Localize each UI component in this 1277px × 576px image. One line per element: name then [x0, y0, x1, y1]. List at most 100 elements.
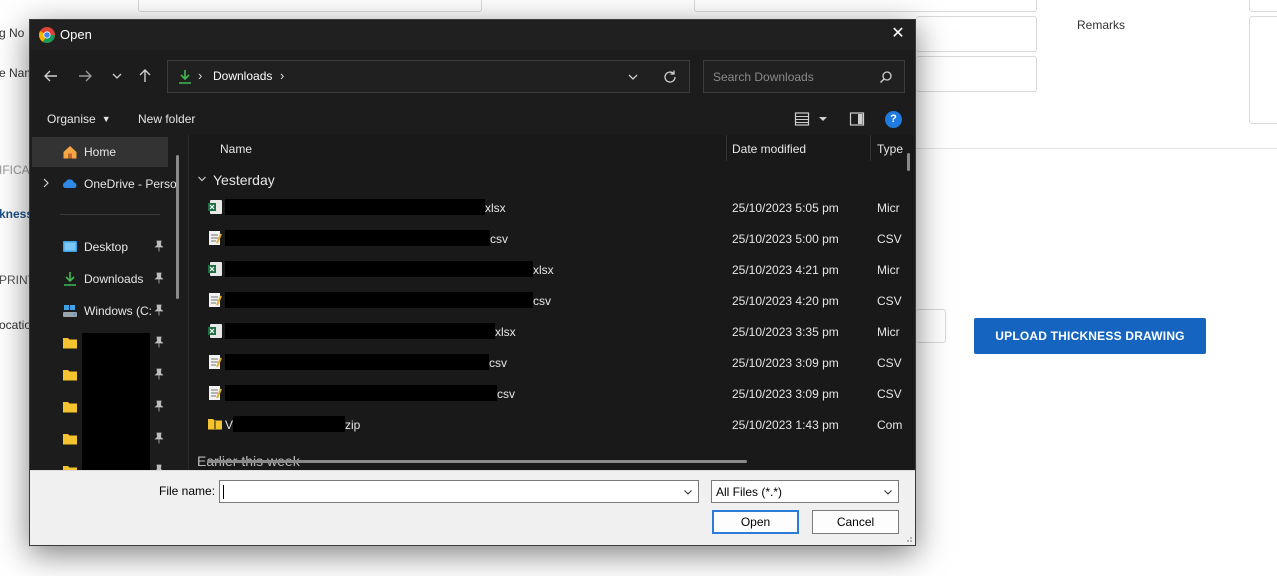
pin-icon	[154, 400, 164, 412]
recent-locations-chevron-icon[interactable]	[108, 67, 126, 85]
navigation-bar: › Downloads › Search Downloads	[30, 50, 915, 102]
dialog-titlebar: Open ✕	[30, 20, 915, 50]
redaction-block	[225, 292, 533, 308]
file-date-modified: 25/10/2023 5:00 pm	[732, 232, 839, 246]
nav-item-home[interactable]: Home	[32, 137, 168, 167]
file-type-filter-select[interactable]: All Files (*.*)	[711, 480, 899, 503]
file-name-extension: xlsx	[533, 263, 554, 277]
bg-field-4	[916, 56, 1037, 92]
excel-file-icon	[208, 324, 222, 338]
bg-field-6	[916, 309, 946, 343]
file-row[interactable]: xlsx 25/10/2023 5:05 pm Micr	[189, 192, 904, 223]
nav-item-windows-drive[interactable]: Windows (C:	[32, 296, 168, 326]
file-name-extension: xlsx	[495, 325, 516, 339]
folder-icon	[63, 466, 77, 470]
column-header-date-modified[interactable]: Date modified	[732, 142, 806, 156]
help-icon[interactable]: ?	[885, 111, 902, 128]
organise-button[interactable]: Organise ▼	[47, 112, 111, 126]
breadcrumb-downloads[interactable]: Downloads	[213, 69, 272, 83]
redaction-block	[225, 199, 485, 215]
dialog-title: Open	[60, 27, 92, 42]
remarks-label: Remarks	[1077, 18, 1126, 32]
chevron-down-icon[interactable]	[882, 486, 894, 498]
resize-grip-icon[interactable]	[903, 533, 913, 543]
file-row[interactable]: csv 25/10/2023 4:20 pm CSV	[189, 285, 904, 316]
nav-scrollbar[interactable]	[176, 155, 179, 299]
file-row[interactable]: xlsx 25/10/2023 4:21 pm Micr	[189, 254, 904, 285]
open-button[interactable]: Open	[712, 510, 799, 534]
file-row[interactable]: csv 25/10/2023 5:00 pm CSV	[189, 223, 904, 254]
new-folder-button[interactable]: New folder	[138, 112, 195, 126]
file-type: CSV	[877, 294, 902, 308]
column-separator[interactable]	[726, 135, 727, 161]
file-type-filter-value: All Files (*.*)	[716, 485, 783, 499]
refresh-icon[interactable]	[662, 69, 678, 85]
horizontal-scrollbar[interactable]	[207, 460, 747, 463]
home-icon	[63, 146, 77, 159]
column-header-name[interactable]: Name	[220, 142, 252, 156]
nav-item-label: Windows (C:	[84, 304, 153, 318]
upload-thickness-drawing-button[interactable]: UPLOAD THICKNESS DRAWING	[974, 318, 1206, 354]
file-name-input[interactable]	[219, 480, 699, 503]
bg-divider	[916, 148, 1277, 149]
pin-icon	[154, 432, 164, 444]
up-arrow-icon[interactable]	[136, 67, 154, 85]
back-arrow-icon[interactable]	[42, 67, 60, 85]
pin-icon	[154, 368, 164, 380]
address-bar[interactable]: › Downloads ›	[167, 60, 690, 93]
nav-item-desktop[interactable]: Desktop	[32, 232, 168, 262]
file-name-extension: csv	[533, 294, 551, 308]
nav-item-label: Downloads	[84, 272, 144, 286]
redaction-block	[225, 385, 497, 401]
onedrive-cloud-icon	[62, 179, 77, 188]
bg-fragment: ocatio	[0, 318, 32, 332]
file-row[interactable]: csv 25/10/2023 3:09 pm CSV	[189, 378, 904, 409]
redaction-block	[225, 323, 495, 339]
file-type: Com	[877, 418, 903, 432]
bg-field-1	[138, 0, 482, 12]
redaction-block	[225, 261, 533, 277]
breadcrumb-separator[interactable]: ›	[280, 68, 284, 83]
nav-item-label: Home	[84, 145, 117, 159]
expand-chevron-icon[interactable]	[40, 177, 52, 189]
forward-arrow-icon[interactable]	[76, 67, 94, 85]
file-name-extension: csv	[490, 232, 508, 246]
open-file-dialog: Open ✕ › Downloads › Search Downloads Or…	[29, 19, 916, 546]
view-dropdown-caret-icon[interactable]	[818, 111, 828, 127]
downloads-icon	[179, 70, 191, 84]
cancel-button[interactable]: Cancel	[812, 510, 899, 534]
file-name-prefix: V	[225, 418, 234, 432]
close-icon[interactable]: ✕	[889, 25, 907, 43]
pin-icon	[154, 304, 164, 316]
file-type: Micr	[877, 325, 900, 339]
chrome-icon	[39, 27, 55, 43]
address-dropdown-chevron-icon[interactable]	[626, 70, 640, 84]
file-row[interactable]: Vzip 25/10/2023 1:43 pm Com	[189, 409, 904, 440]
navigation-pane: Home OneDrive - Perso Desktop Downloads	[30, 135, 187, 470]
search-input[interactable]: Search Downloads	[703, 60, 905, 93]
file-row[interactable]: xlsx 25/10/2023 3:35 pm Micr	[189, 316, 904, 347]
dialog-footer: File name: All Files (*.*) Open Cancel	[30, 470, 915, 545]
folder-icon	[63, 402, 77, 413]
nav-item-downloads[interactable]: Downloads	[32, 264, 168, 294]
chevron-down-icon[interactable]	[682, 486, 694, 498]
file-list: Name Date modified Type Yesterday xlsx 25…	[188, 135, 915, 470]
file-date-modified: 25/10/2023 3:09 pm	[732, 356, 839, 370]
redaction-block	[82, 333, 150, 470]
file-date-modified: 25/10/2023 3:09 pm	[732, 387, 839, 401]
view-options-icon[interactable]	[794, 111, 810, 127]
nav-item-onedrive[interactable]: OneDrive - Perso	[32, 169, 177, 199]
bg-field-5	[1249, 0, 1277, 12]
file-type: CSV	[877, 356, 902, 370]
file-row[interactable]: csv 25/10/2023 3:09 pm CSV	[189, 347, 904, 378]
group-header-yesterday[interactable]: Yesterday	[197, 172, 275, 188]
file-list-scrollbar[interactable]	[907, 153, 910, 171]
nav-item-label: OneDrive - Perso	[84, 177, 177, 191]
column-header-type[interactable]: Type	[877, 142, 903, 156]
file-type: Micr	[877, 263, 900, 277]
preview-pane-icon[interactable]	[849, 111, 865, 127]
file-name-extension: xlsx	[485, 201, 506, 215]
column-separator[interactable]	[870, 135, 871, 161]
caret-down-icon: ▼	[101, 114, 111, 124]
folder-icon	[63, 370, 77, 381]
